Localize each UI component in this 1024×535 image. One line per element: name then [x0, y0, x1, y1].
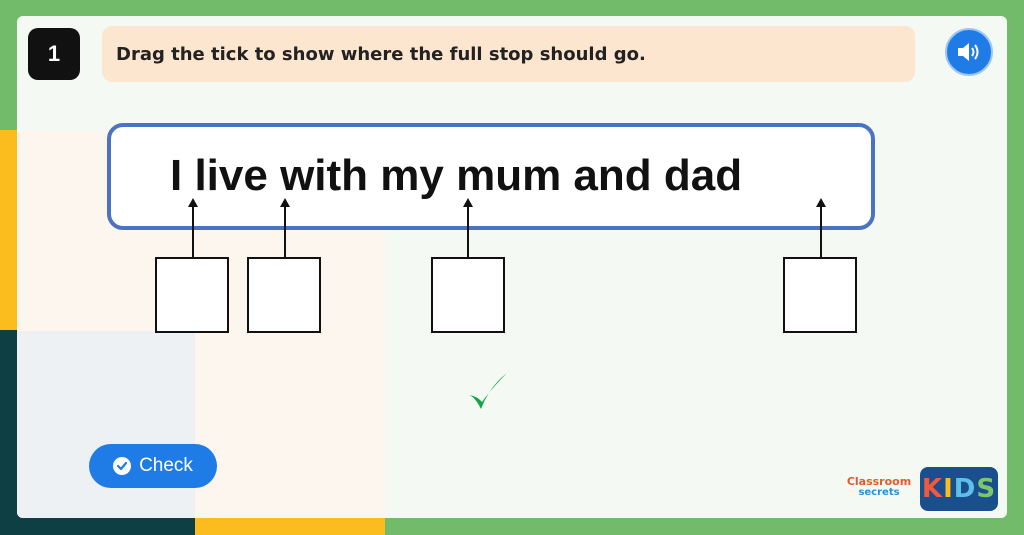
logo-line-1: Classroom	[846, 475, 912, 488]
drop-target-4[interactable]	[783, 257, 857, 333]
arrow-line	[467, 205, 469, 257]
speaker-icon	[958, 43, 979, 61]
check-circle-icon	[113, 457, 132, 475]
card-tint	[17, 331, 195, 518]
drop-target-3[interactable]	[431, 257, 505, 333]
draggable-tick[interactable]	[465, 369, 511, 415]
tick-icon	[469, 373, 507, 409]
check-button[interactable]: Check	[89, 444, 217, 488]
kids-letter-s: S	[976, 474, 997, 504]
arrow-head	[188, 198, 198, 207]
check-button-label: Check	[139, 455, 193, 476]
check-mark-icon	[116, 461, 128, 471]
audio-button[interactable]	[945, 28, 993, 76]
kids-logo: K I D S	[920, 467, 998, 511]
arrow-head	[280, 198, 290, 207]
question-number: 1	[28, 28, 80, 80]
arrow-line	[820, 205, 822, 257]
arrow-head	[463, 198, 473, 207]
arrow-line	[192, 205, 194, 257]
drop-target-1[interactable]	[155, 257, 229, 333]
classroom-secrets-logo: Classroom secrets	[842, 476, 916, 502]
kids-letter-k: K	[921, 474, 944, 504]
kids-letter-d: D	[953, 474, 977, 504]
question-bar: Drag the tick to show where the full sto…	[102, 26, 915, 82]
drop-target-2[interactable]	[247, 257, 321, 333]
sentence-text: I live with my mum and dad	[170, 151, 743, 200]
logo-line-2: secrets	[858, 487, 900, 498]
question-instruction: Drag the tick to show where the full sto…	[116, 43, 646, 65]
arrow-head	[816, 198, 826, 207]
kids-letter-i: I	[943, 474, 954, 504]
arrow-line	[284, 205, 286, 257]
